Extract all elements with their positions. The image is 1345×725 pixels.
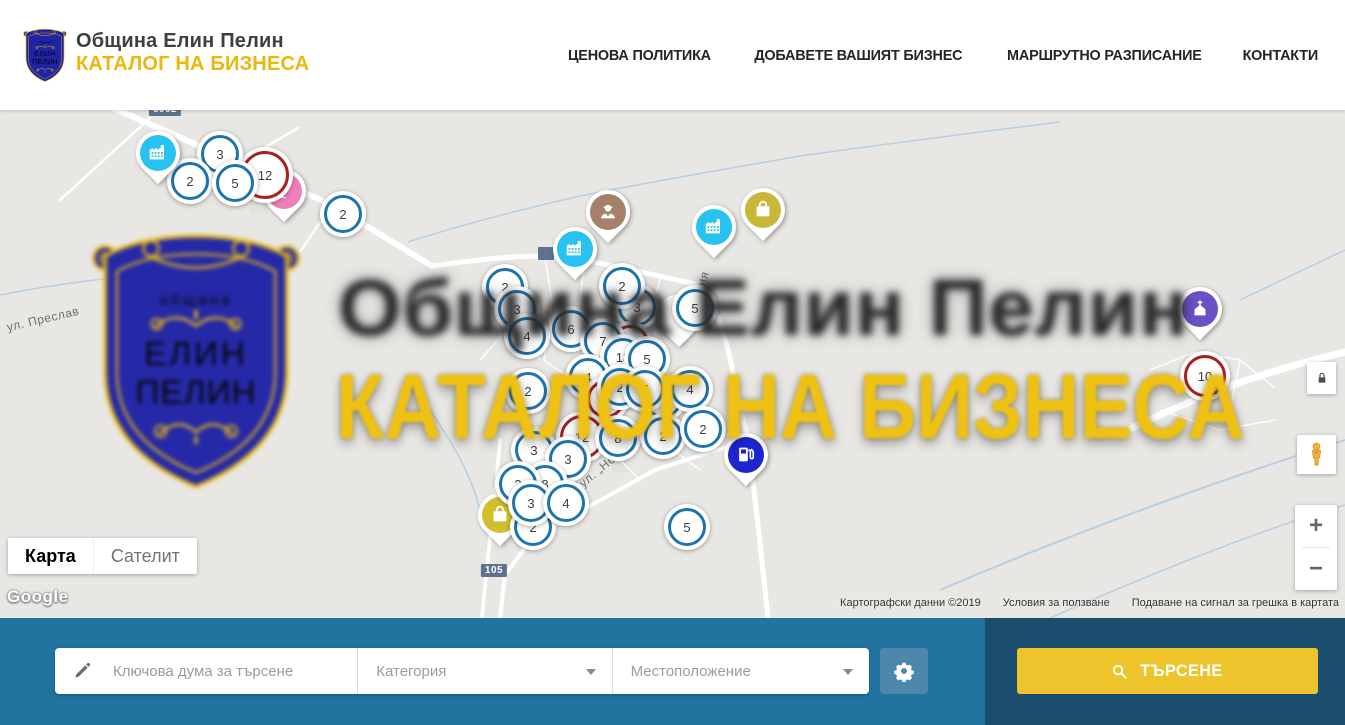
cluster-count: 10 [1198, 369, 1212, 384]
municipality-logo [22, 24, 68, 84]
nav-add-your-business[interactable]: ДОБАВЕТЕ ВАШИЯТ БИЗНЕС [754, 47, 962, 64]
cluster-count: 5 [231, 176, 238, 191]
search-bar: Категория Местоположение ТЪРСЕНЕ [0, 618, 1345, 725]
cluster-marker[interactable]: 2 [680, 406, 726, 452]
map[interactable]: 6002105 ул. Преславбул. „Новоселция 1232… [0, 110, 1345, 618]
cluster-count: 3 [216, 147, 223, 162]
category-select-label: Категория [376, 663, 446, 680]
search-icon [1111, 663, 1128, 680]
zoom-in-button[interactable]: + [1295, 505, 1337, 547]
cluster-count: 2 [339, 207, 346, 222]
nav-pricing-policy[interactable]: ЦЕНОВА ПОЛИТИКА [568, 47, 711, 64]
keyword-input[interactable] [111, 662, 335, 681]
cluster-marker[interactable]: 5 [212, 160, 258, 206]
cluster-count: 2 [618, 279, 625, 294]
fuel-icon [735, 443, 757, 465]
attribution-copyright: Картографски данни ©2019 [840, 597, 981, 609]
main-nav: ЦЕНОВА ПОЛИТИКА ДОБАВЕТЕ ВАШИЯТ БИЗНЕС М… [565, 0, 1320, 110]
header: Община Елин Пелин КАТАЛОГ НА БИЗНЕСА ЦЕН… [0, 0, 1345, 110]
lock-control[interactable] [1307, 362, 1336, 394]
cluster-count: 3 [530, 443, 537, 458]
pencil-icon [73, 661, 92, 680]
factory-icon [564, 237, 586, 259]
location-select-label: Местоположение [631, 663, 751, 680]
site-title: КАТАЛОГ НА БИЗНЕСА [76, 53, 309, 76]
attribution-report-link[interactable]: Подаване на сигнал за грешка в картата [1132, 597, 1339, 609]
site-brand: Община Елин Пелин КАТАЛОГ НА БИЗНЕСА [76, 30, 309, 76]
map-type-control: Карта Сателит [8, 538, 197, 574]
shopping-pin[interactable] [741, 188, 785, 232]
search-submit-button[interactable]: ТЪРСЕНЕ [1017, 648, 1318, 694]
church-pin[interactable] [1178, 287, 1222, 331]
cluster-marker[interactable]: 2 [320, 191, 366, 237]
cluster-count: 4 [523, 329, 530, 344]
cluster-count: 5 [643, 352, 650, 367]
page: 6002105 ул. Преславбул. „Новоселция 1232… [0, 0, 1345, 725]
advanced-search-button[interactable] [880, 648, 928, 694]
factory-pin[interactable] [136, 131, 180, 175]
cluster-marker[interactable]: 4 [667, 366, 713, 412]
cluster-count: 5 [683, 520, 690, 535]
municipality-name: Община Елин Пелин [76, 30, 309, 53]
cluster-marker[interactable]: 2 [599, 263, 645, 309]
nav-route-schedule[interactable]: МАРШРУТНО РАЗПИСАНИЕ [1007, 47, 1202, 64]
cluster-count: 2 [699, 422, 706, 437]
pegman-icon [1303, 441, 1330, 468]
lock-icon [1314, 370, 1330, 386]
zoom-control: + − [1295, 505, 1337, 590]
nav-contacts[interactable]: КОНТАКТИ [1243, 47, 1318, 64]
search-fields: Категория Местоположение [55, 648, 869, 694]
cluster-count: 2 [186, 174, 193, 189]
factory-icon [147, 141, 169, 163]
category-select[interactable]: Категория [357, 648, 611, 694]
google-logo: Google [7, 587, 69, 607]
cluster-count: 8 [614, 431, 621, 446]
gear-icon [893, 660, 915, 682]
cluster-marker[interactable]: 7 [622, 366, 668, 412]
cluster-count: 4 [562, 496, 569, 511]
factory-pin[interactable] [553, 227, 597, 271]
cluster-count: 3 [527, 496, 534, 511]
cluster-marker[interactable]: 4 [543, 480, 589, 526]
cluster-marker[interactable]: 5 [672, 285, 718, 331]
cluster-marker[interactable]: 2 [640, 413, 686, 459]
map-attribution: Картографски данни ©2019 Условия за полз… [840, 597, 1339, 609]
cluster-marker[interactable]: 4 [504, 313, 550, 359]
search-submit-label: ТЪРСЕНЕ [1140, 661, 1222, 681]
cluster-marker[interactable]: 8 [595, 415, 641, 461]
street-view-pegman-button[interactable] [1297, 435, 1336, 474]
cluster-marker[interactable]: 5 [664, 504, 710, 550]
cluster-count: 5 [691, 301, 698, 316]
cluster-count: 4 [686, 382, 693, 397]
markers-layer: 12325 2 2332 56471354827421282233 832345… [0, 110, 1345, 618]
zoom-out-button[interactable]: − [1295, 548, 1337, 590]
keyword-field [55, 648, 357, 694]
worker-icon [597, 200, 619, 222]
map-type-satellite-button[interactable]: Сателит [93, 538, 197, 574]
cluster-count: 2 [659, 429, 666, 444]
cluster-marker-red[interactable]: 10 [1180, 351, 1230, 401]
location-select[interactable]: Местоположение [612, 648, 869, 694]
attribution-terms-link[interactable]: Условия за ползване [1003, 597, 1110, 609]
factory-pin[interactable] [692, 205, 736, 249]
cluster-count: 12 [258, 168, 272, 183]
church-icon [1189, 297, 1211, 319]
fuel-pin[interactable] [724, 433, 768, 477]
factory-icon [703, 215, 725, 237]
cluster-count: 6 [567, 322, 574, 337]
chevron-down-icon [843, 669, 853, 675]
cluster-marker[interactable]: 2 [505, 368, 551, 414]
bag-icon [752, 198, 774, 220]
chevron-down-icon [586, 669, 596, 675]
map-type-map-button[interactable]: Карта [8, 538, 93, 574]
cluster-count: 3 [564, 452, 571, 467]
cluster-count: 2 [524, 384, 531, 399]
cluster-count: 7 [641, 382, 648, 397]
